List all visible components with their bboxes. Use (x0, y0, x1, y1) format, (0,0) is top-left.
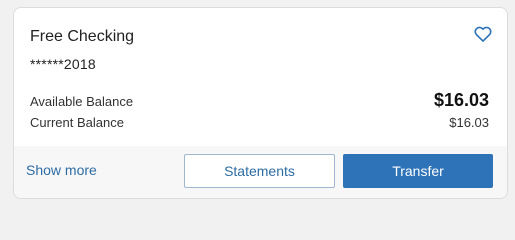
current-balance-amount: $16.03 (449, 115, 489, 130)
current-balance-row: Current Balance $16.03 (30, 115, 489, 130)
card-footer: Show more Statements Transfer (14, 146, 507, 198)
available-balance-label: Available Balance (30, 94, 134, 109)
transfer-button[interactable]: Transfer (343, 154, 493, 188)
account-card: Free Checking ******2018 Available Balan… (13, 7, 508, 199)
show-more-link[interactable]: Show more (26, 162, 97, 178)
available-balance-amount: $16.03 (433, 90, 489, 110)
account-name: Free Checking (30, 28, 135, 45)
account-number: ******2018 (30, 56, 96, 72)
heart-icon (474, 26, 492, 42)
available-balance-row: Available Balance $16.03 (30, 90, 489, 111)
current-balance-label: Current Balance (30, 115, 124, 130)
statements-button[interactable]: Statements (184, 154, 335, 188)
favorite-button[interactable] (473, 24, 493, 44)
